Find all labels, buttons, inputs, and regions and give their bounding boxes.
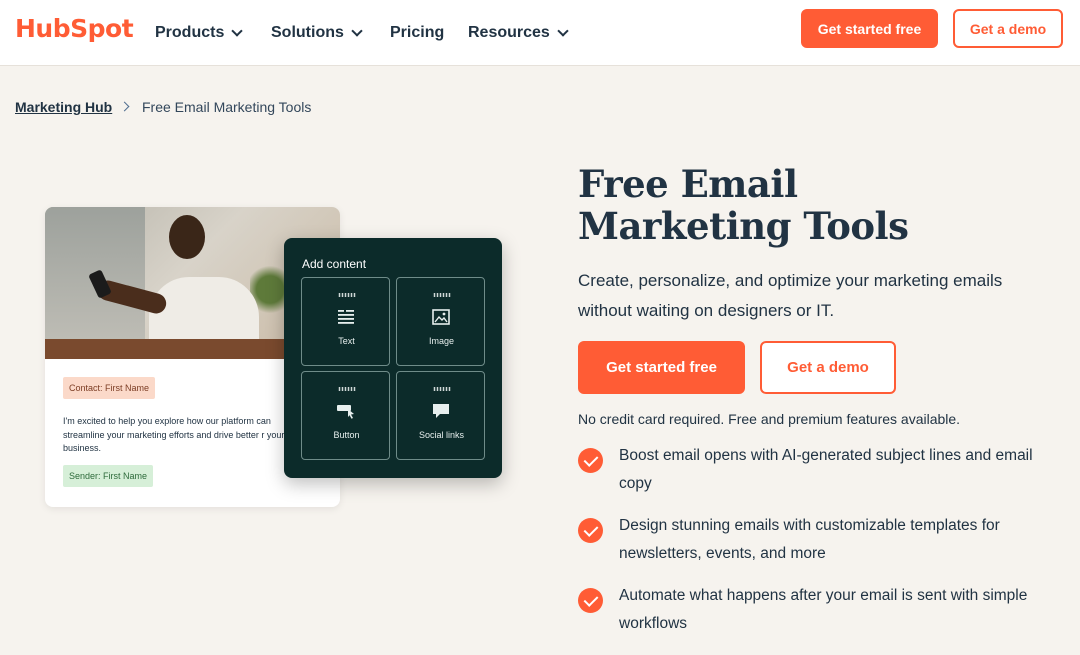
tile-label: Social links	[418, 430, 465, 440]
tile-text: Text	[301, 277, 390, 366]
nav-resources[interactable]: Resources	[468, 0, 569, 66]
get-demo-button[interactable]: Get a demo	[760, 341, 896, 394]
image-icon	[432, 309, 450, 325]
drag-handle-icon	[433, 387, 451, 391]
nav-solutions-label: Solutions	[271, 24, 344, 41]
nav-pricing-label: Pricing	[390, 24, 445, 41]
nav-solutions[interactable]: Solutions	[271, 0, 363, 66]
get-started-button[interactable]: Get started free	[578, 341, 745, 394]
chevron-down-icon	[557, 24, 569, 37]
feature-text: Design stunning emails with customizable…	[619, 517, 1000, 562]
nav-products-label: Products	[155, 24, 225, 41]
chevron-down-icon	[351, 24, 363, 37]
hubspot-logo[interactable]: HubSpot	[15, 14, 134, 43]
no-credit-card-note: No credit card required. Free and premiu…	[578, 411, 961, 427]
drag-handle-icon	[338, 293, 356, 297]
tile-label: Image	[428, 336, 454, 346]
nav-products[interactable]: Products	[155, 0, 244, 66]
chevron-right-icon	[119, 101, 130, 112]
page-subtitle: Create, personalize, and optimize your m…	[578, 271, 1003, 320]
drag-handle-icon	[433, 293, 451, 297]
nav-resources-label: Resources	[468, 24, 550, 41]
chevron-down-icon	[231, 24, 244, 37]
feature-text: Automate what happens after your email i…	[619, 587, 1028, 632]
contact-name-tag: Contact: First Name	[63, 377, 156, 399]
panel-title: Add content	[302, 257, 367, 271]
chat-bubble-icon	[433, 404, 449, 418]
header-get-started-button[interactable]: Get started free	[801, 9, 938, 48]
header-get-demo-button[interactable]: Get a demo	[953, 9, 1063, 48]
tile-label: Button	[333, 430, 360, 440]
check-circle-icon	[578, 448, 603, 473]
tile-label: Text	[338, 336, 355, 346]
text-align-icon	[338, 310, 354, 324]
feature-text: Boost email opens with AI-generated subj…	[619, 447, 1033, 492]
email-body-text: I'm excited to help you explore how our …	[63, 416, 285, 453]
check-circle-icon	[578, 588, 603, 613]
add-content-panel: Add content Text Image Button Social lin…	[284, 238, 502, 478]
drag-handle-icon	[338, 387, 356, 391]
button-cursor-icon	[337, 405, 354, 419]
sender-name-tag: Sender: First Name	[63, 465, 154, 487]
page-title: Free Email Marketing Tools	[578, 162, 909, 248]
nav-pricing[interactable]: Pricing	[390, 0, 444, 66]
check-circle-icon	[578, 518, 603, 543]
breadcrumb-current: Free Email Marketing Tools	[142, 99, 312, 115]
tile-button: Button	[301, 371, 390, 460]
site-header: HubSpot Products Solutions Pricing Resou…	[0, 0, 1080, 66]
tile-social-links: Social links	[396, 371, 485, 460]
tile-image: Image	[396, 277, 485, 366]
breadcrumb-marketing-hub[interactable]: Marketing Hub	[15, 99, 112, 115]
